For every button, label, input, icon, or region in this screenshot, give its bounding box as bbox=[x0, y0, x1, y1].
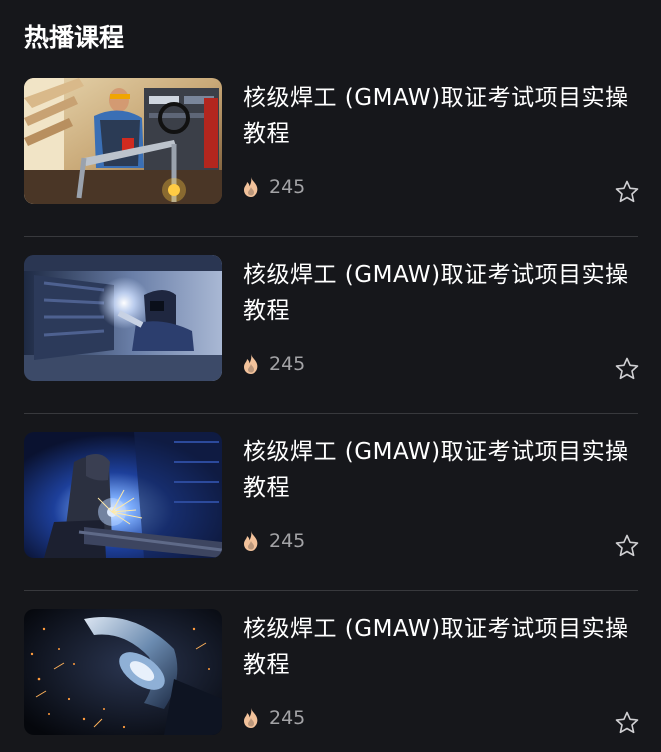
course-play-count: 245 bbox=[241, 175, 305, 199]
section-title: 热播课程 bbox=[24, 23, 125, 52]
play-count: 245 bbox=[269, 530, 306, 552]
welding-sparks-image bbox=[24, 432, 222, 558]
welder-mask-image bbox=[24, 255, 222, 381]
course-title[interactable]: 核级焊工 (GMAW)取证考试项目实操教程 bbox=[243, 257, 638, 329]
fire-icon bbox=[244, 177, 258, 197]
play-count: 245 bbox=[269, 176, 306, 198]
course-title[interactable]: 核级焊工 (GMAW)取证考试项目实操教程 bbox=[243, 434, 638, 506]
course-card[interactable]: 核级焊工 (GMAW)取证考试项目实操教程 245 bbox=[0, 414, 661, 591]
course-play-count: 245 bbox=[241, 706, 305, 730]
course-play-count: 245 bbox=[241, 529, 305, 553]
fire-icon bbox=[244, 708, 258, 728]
course-thumbnail[interactable] bbox=[24, 255, 222, 381]
course-thumbnail[interactable] bbox=[24, 78, 222, 204]
play-count: 245 bbox=[269, 353, 306, 375]
star-icon[interactable] bbox=[614, 179, 640, 205]
star-icon[interactable] bbox=[614, 533, 640, 559]
star-icon[interactable] bbox=[614, 356, 640, 382]
course-title[interactable]: 核级焊工 (GMAW)取证考试项目实操教程 bbox=[243, 611, 638, 683]
grinding-sparks-image bbox=[24, 609, 222, 735]
course-play-count: 245 bbox=[241, 352, 305, 376]
course-title[interactable]: 核级焊工 (GMAW)取证考试项目实操教程 bbox=[243, 80, 638, 152]
course-thumbnail[interactable] bbox=[24, 609, 222, 735]
course-card[interactable]: 核级焊工 (GMAW)取证考试项目实操教程 245 bbox=[0, 60, 661, 237]
star-icon[interactable] bbox=[614, 710, 640, 736]
hot-courses-page: 热播课程 核级焊工 (GMAW)取证考试项目实操教程 245 核级焊工 (GMA… bbox=[0, 0, 661, 752]
course-card[interactable]: 核级焊工 (GMAW)取证考试项目实操教程 245 bbox=[0, 237, 661, 414]
fire-icon bbox=[244, 531, 258, 551]
course-card[interactable]: 核级焊工 (GMAW)取证考试项目实操教程 245 bbox=[0, 591, 661, 752]
fire-icon bbox=[244, 354, 258, 374]
welder-workshop-image bbox=[24, 78, 222, 204]
play-count: 245 bbox=[269, 707, 306, 729]
course-thumbnail[interactable] bbox=[24, 432, 222, 558]
